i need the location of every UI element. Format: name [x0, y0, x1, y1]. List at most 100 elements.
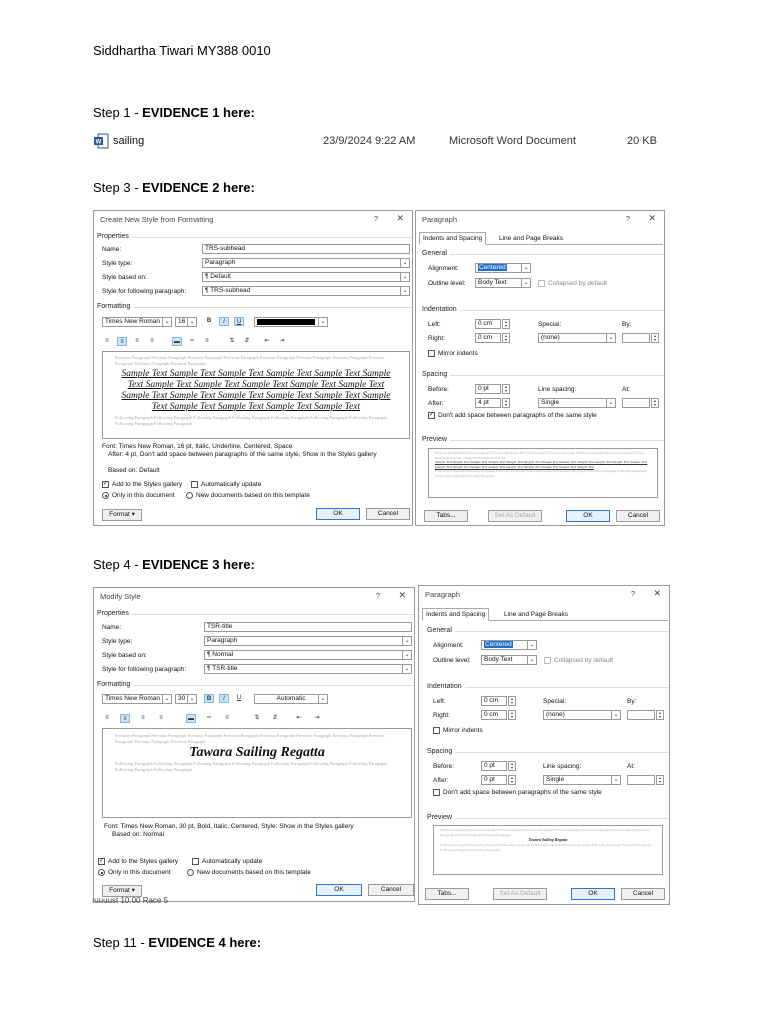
by-input[interactable] [622, 333, 650, 343]
spinner-icon[interactable]: ▴ ▾ [502, 333, 510, 343]
chevron-down-icon[interactable]: ⌄ [611, 711, 620, 719]
after-input[interactable]: 4 pt [475, 398, 501, 408]
spinner-icon[interactable]: ▴ ▾ [502, 384, 510, 394]
chevron-down-icon[interactable]: ⌄ [318, 318, 327, 326]
help-icon[interactable]: ? [626, 214, 630, 223]
tab-indents-spacing[interactable]: Indents and Spacing [422, 608, 490, 621]
chevron-down-icon[interactable]: ⌄ [521, 279, 530, 287]
spinner-icon[interactable]: ▴ ▾ [502, 319, 510, 329]
chevron-down-icon[interactable]: ⌄ [318, 695, 327, 703]
increase-spacing-icon[interactable]: ⇅ [252, 714, 262, 723]
close-icon[interactable]: ✕ [398, 590, 406, 601]
chevron-down-icon[interactable]: ⌄ [527, 656, 536, 664]
after-input[interactable]: 0 pt [481, 775, 507, 785]
chevron-down-icon[interactable]: ⌄ [611, 776, 620, 784]
tabs-button[interactable]: Tabs... [425, 888, 469, 900]
chevron-down-icon[interactable]: ⌄ [606, 399, 615, 407]
right-input[interactable]: 0 cm [475, 333, 501, 343]
chevron-down-icon[interactable]: ⌄ [606, 334, 615, 342]
align-right-icon[interactable]: ≡ [138, 714, 148, 723]
cancel-button[interactable]: Cancel [366, 508, 410, 520]
single-spacing-icon[interactable]: ▬ [172, 337, 182, 346]
font-color-select[interactable]: ⌄ [254, 317, 328, 327]
alignment-select[interactable]: Centered ⌄ [481, 640, 537, 650]
align-justify-icon[interactable]: ≡ [147, 337, 157, 346]
spinner-icon[interactable]: ▴ ▾ [656, 710, 664, 720]
one-half-spacing-icon[interactable]: ═ [204, 714, 214, 723]
decrease-spacing-icon[interactable]: ⇵ [242, 337, 252, 346]
format-button[interactable]: Format ▾ [102, 509, 142, 521]
style-following-select[interactable]: ¶ TRS-subhead ⌄ [202, 286, 410, 296]
one-half-spacing-icon[interactable]: ═ [187, 337, 197, 346]
left-input[interactable]: 0 cm [475, 319, 501, 329]
outline-select[interactable]: Body Text ⌄ [481, 655, 537, 665]
add-gallery-checkbox[interactable]: ✓ [98, 858, 105, 865]
ok-button[interactable]: OK [571, 888, 615, 900]
help-icon[interactable]: ? [376, 591, 380, 600]
style-following-select[interactable]: ¶ TSR-title ⌄ [204, 664, 412, 674]
spinner-icon[interactable]: ▴ ▾ [656, 775, 664, 785]
line-spacing-select[interactable]: Single ⌄ [538, 398, 616, 408]
add-gallery-checkbox[interactable]: ✓ [102, 481, 109, 488]
style-type-select[interactable]: Paragraph ⌄ [204, 636, 412, 646]
bold-button[interactable]: B [204, 317, 214, 326]
chevron-down-icon[interactable]: ⌄ [162, 318, 171, 326]
mirror-checkbox[interactable] [433, 727, 440, 734]
chevron-down-icon[interactable]: ⌄ [400, 259, 409, 267]
cancel-button[interactable]: Cancel [621, 888, 665, 900]
name-input[interactable]: TRS-subhead [202, 244, 410, 254]
tab-indents-spacing[interactable]: Indents and Spacing [419, 232, 487, 245]
chevron-down-icon[interactable]: ⌄ [402, 665, 411, 673]
at-input[interactable] [622, 398, 650, 408]
auto-update-checkbox[interactable] [192, 858, 199, 865]
spinner-icon[interactable]: ▴ ▾ [508, 775, 516, 785]
chevron-down-icon[interactable]: ⌄ [187, 695, 196, 703]
before-input[interactable]: 0 pt [481, 761, 507, 771]
style-based-select[interactable]: ¶ Default ⌄ [202, 272, 410, 282]
spinner-icon[interactable]: ▴ ▾ [651, 333, 659, 343]
close-icon[interactable]: ✕ [648, 213, 656, 224]
close-icon[interactable]: ✕ [653, 588, 661, 599]
only-doc-radio[interactable] [102, 492, 109, 499]
increase-indent-icon[interactable]: ⇥ [312, 714, 322, 723]
size-select[interactable]: 16 ⌄ [175, 317, 197, 327]
size-select[interactable]: 30 ⌄ [175, 694, 197, 704]
mirror-checkbox[interactable] [428, 350, 435, 357]
at-input[interactable] [627, 775, 655, 785]
left-input[interactable]: 0 cm [481, 696, 507, 706]
special-select[interactable]: (none) ⌄ [543, 710, 621, 720]
spinner-icon[interactable]: ▴ ▾ [508, 710, 516, 720]
only-doc-radio[interactable] [98, 869, 105, 876]
underline-button[interactable]: U [234, 694, 244, 703]
double-spacing-icon[interactable]: ≡ [202, 337, 212, 346]
align-left-icon[interactable]: ≡ [102, 714, 112, 723]
ok-button[interactable]: OK [316, 508, 360, 520]
dont-add-checkbox[interactable]: ✓ [428, 412, 435, 419]
chevron-down-icon[interactable]: ⌄ [162, 695, 171, 703]
style-based-select[interactable]: ¶ Normal ⌄ [204, 650, 412, 660]
align-center-icon[interactable]: ≡ [117, 337, 127, 346]
set-default-button[interactable]: Set As Default [488, 510, 542, 522]
spinner-icon[interactable]: ▴ ▾ [502, 398, 510, 408]
new-docs-radio[interactable] [186, 492, 193, 499]
align-left-icon[interactable]: ≡ [102, 337, 112, 346]
font-select[interactable]: Times New Roman ⌄ [102, 317, 172, 327]
alignment-select[interactable]: Centered ⌄ [475, 263, 531, 273]
chevron-down-icon[interactable]: ⌄ [402, 651, 411, 659]
style-type-select[interactable]: Paragraph ⌄ [202, 258, 410, 268]
special-select[interactable]: (none) ⌄ [538, 333, 616, 343]
align-justify-icon[interactable]: ≡ [156, 714, 166, 723]
file-list-row[interactable]: W sailing 23/9/2024 9:22 AM Microsoft Wo… [93, 132, 663, 152]
collapsed-checkbox[interactable] [544, 657, 551, 664]
tab-line-page-breaks[interactable]: Line and Page Breaks [495, 232, 567, 245]
new-docs-radio[interactable] [187, 869, 194, 876]
increase-spacing-icon[interactable]: ⇅ [227, 337, 237, 346]
help-icon[interactable]: ? [374, 214, 378, 223]
chevron-down-icon[interactable]: ⌄ [527, 641, 536, 649]
spinner-icon[interactable]: ▴ ▾ [651, 398, 659, 408]
decrease-indent-icon[interactable]: ⇤ [294, 714, 304, 723]
font-select[interactable]: Times New Roman ⌄ [102, 694, 172, 704]
by-input[interactable] [627, 710, 655, 720]
help-icon[interactable]: ? [631, 589, 635, 598]
chevron-down-icon[interactable]: ⌄ [402, 637, 411, 645]
